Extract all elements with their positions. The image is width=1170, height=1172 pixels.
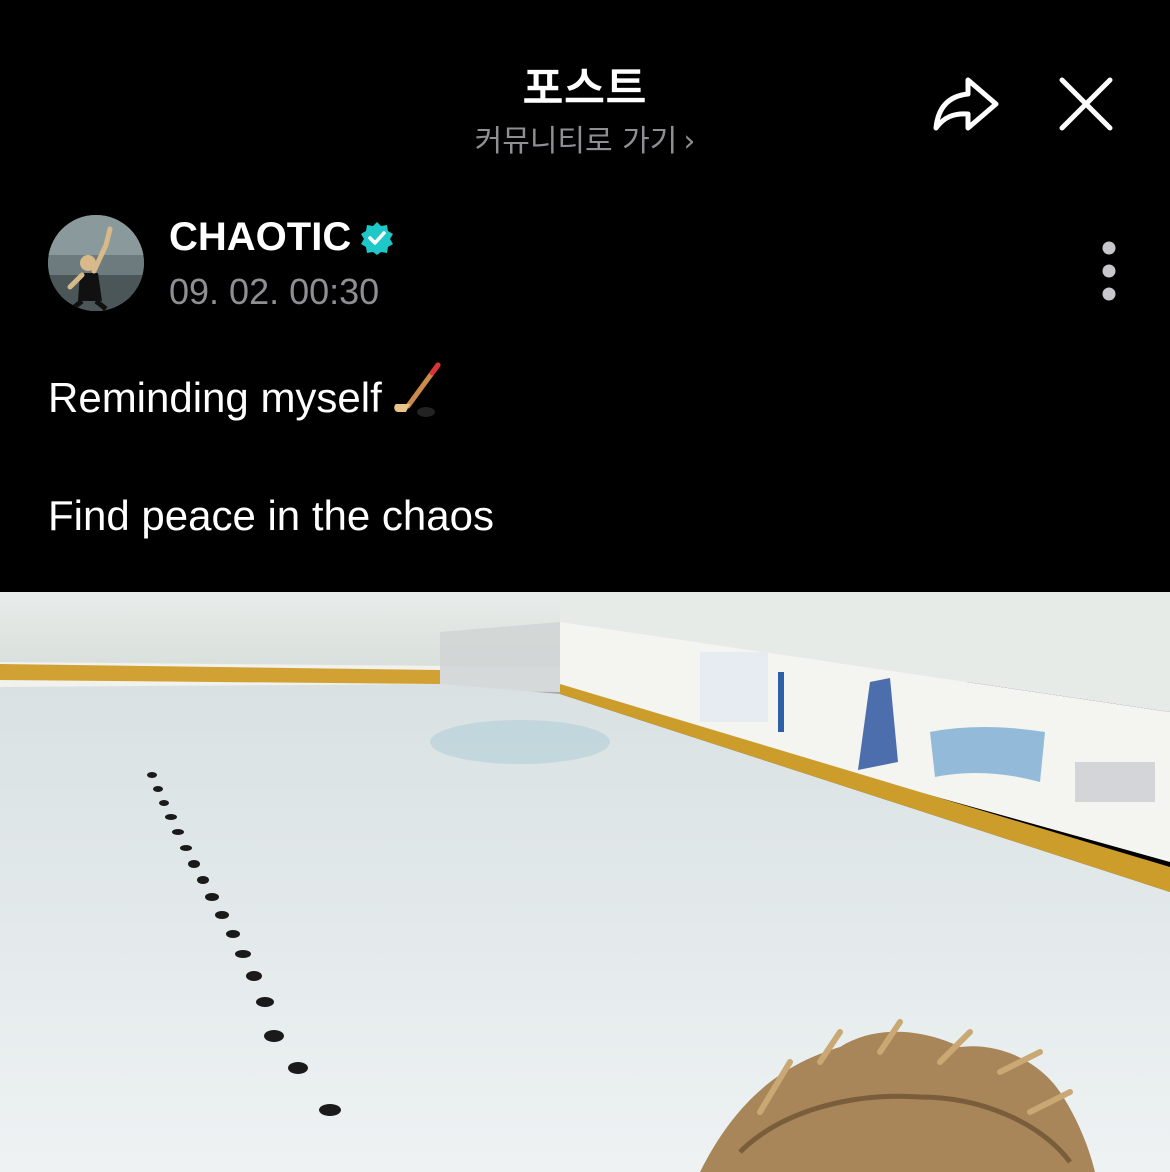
close-icon	[1059, 77, 1113, 131]
author-name-label: CHAOTIC	[169, 215, 352, 259]
chevron-right-icon: ›	[683, 124, 696, 159]
hockey-stick-icon	[394, 362, 441, 417]
avatar[interactable]	[48, 215, 144, 311]
community-link-label: 커뮤니티로 가기	[474, 124, 678, 159]
avatar-image	[48, 215, 144, 311]
author-row: CHAOTIC 09. 02. 00:30	[48, 215, 1122, 315]
post-photo[interactable]	[0, 592, 1170, 1172]
post-timestamp: 09. 02. 00:30	[169, 271, 380, 312]
post-text-line-1: Reminding myself	[48, 374, 382, 421]
verified-badge-icon	[361, 221, 394, 255]
more-options-button[interactable]	[1093, 239, 1125, 303]
more-vertical-icon	[1102, 241, 1116, 301]
post-line-gap	[48, 418, 1118, 488]
close-button[interactable]	[1056, 74, 1116, 134]
post-body: Reminding myself Find peace in the chaos	[48, 362, 1118, 544]
share-arrow-icon	[933, 77, 999, 131]
author-name[interactable]: CHAOTIC	[169, 215, 395, 260]
ice-rink-photo	[0, 592, 1170, 1172]
share-button[interactable]	[928, 72, 1004, 136]
post-text-line: Reminding myself	[48, 362, 1118, 421]
post-text-line-2: Find peace in the chaos	[48, 492, 494, 539]
post-header: 포스트 커뮤니티로 가기 ›	[0, 0, 1170, 190]
